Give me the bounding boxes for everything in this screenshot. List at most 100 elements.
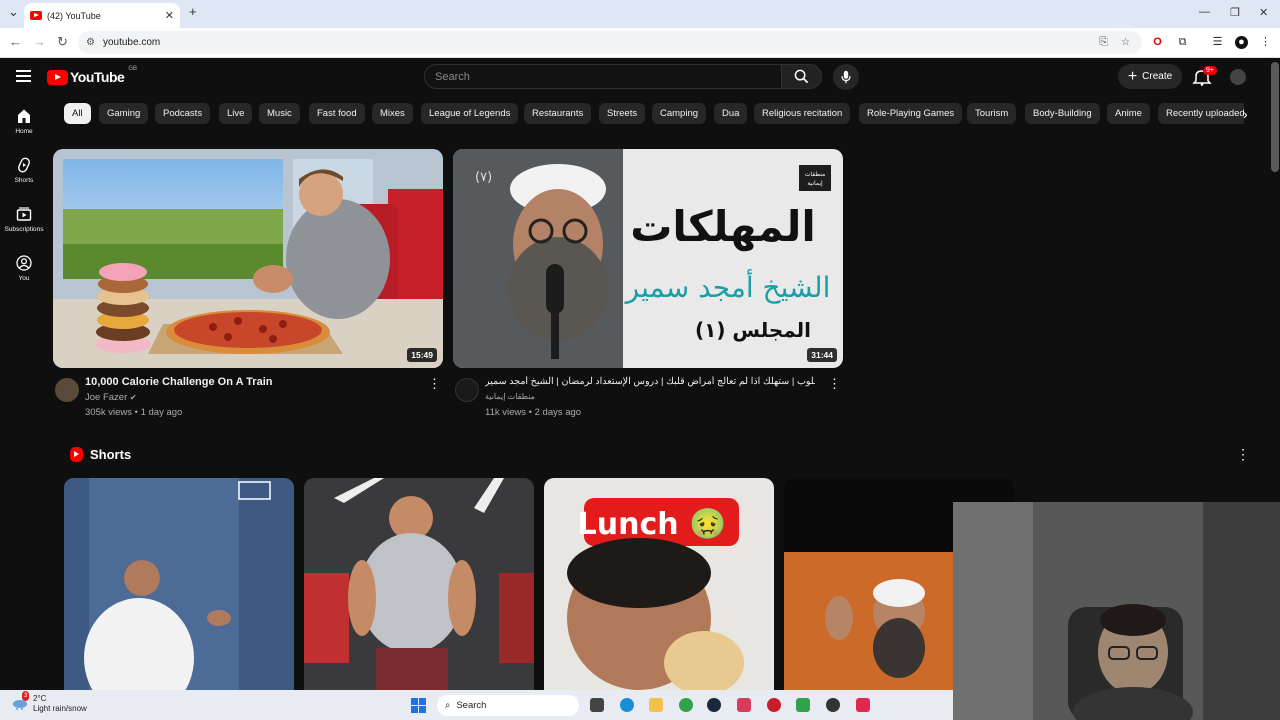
- chip-mixes[interactable]: Mixes: [372, 103, 413, 124]
- forward-icon[interactable]: →: [33, 34, 46, 49]
- weather-alert-badge: 3: [22, 691, 30, 701]
- profile-icon[interactable]: ●: [1235, 36, 1248, 49]
- extensions-puzzle-icon[interactable]: ⧉: [1176, 36, 1189, 49]
- chip-tourism[interactable]: Tourism: [967, 103, 1017, 124]
- tab-search-icon[interactable]: ⌄: [8, 4, 19, 20]
- taskbar-search[interactable]: ⌕ Search: [437, 695, 579, 716]
- video-thumbnail[interactable]: 15:49: [53, 149, 443, 368]
- chip-dua[interactable]: Dua: [714, 103, 748, 124]
- chip-streets[interactable]: Streets: [599, 103, 646, 124]
- url-field[interactable]: ⚙ youtube.com ⎘ ☆: [78, 31, 1142, 54]
- restore-icon[interactable]: ❐: [1230, 6, 1240, 19]
- site-info-icon[interactable]: ⚙: [86, 37, 95, 48]
- video-card[interactable]: 15:49 10,000 Calorie Challenge On A Trai…: [53, 149, 443, 436]
- tiktok-icon[interactable]: [856, 698, 870, 712]
- short-card[interactable]: [304, 478, 534, 690]
- edge-icon[interactable]: [620, 698, 634, 712]
- logo-text: YouTube: [70, 69, 125, 85]
- close-window-icon[interactable]: ✕: [1259, 6, 1268, 19]
- url-text: youtube.com: [102, 37, 161, 48]
- plus-icon: +: [1127, 67, 1138, 85]
- weather-temp: 2°C: [33, 694, 47, 703]
- chip-fast-food[interactable]: Fast food: [309, 103, 365, 124]
- reading-list-icon[interactable]: ☰: [1211, 36, 1224, 49]
- reload-icon[interactable]: ↻: [57, 34, 68, 50]
- webcam-overlay: [953, 502, 1280, 720]
- svg-text:إيمانية: إيمانية: [807, 180, 823, 187]
- chip-recently-uploaded[interactable]: Recently uploaded: [1158, 103, 1244, 124]
- opera-extension-icon[interactable]: O: [1151, 36, 1164, 49]
- thumb-session: المجلس (١): [695, 318, 811, 342]
- photos-icon[interactable]: [737, 698, 751, 712]
- search-button[interactable]: [781, 64, 822, 89]
- file-explorer-icon[interactable]: [649, 698, 663, 712]
- chip-podcasts[interactable]: Podcasts: [155, 103, 211, 124]
- short-card[interactable]: [64, 478, 294, 690]
- chip-body-building[interactable]: Body-Building: [1025, 103, 1100, 124]
- close-tab-icon[interactable]: ✕: [165, 9, 174, 22]
- short-overlay-text: Lunch 🤢: [578, 507, 727, 542]
- install-app-icon[interactable]: ⎘: [1099, 36, 1108, 49]
- short-thumbnail-image: Lunch 🤢: [544, 478, 774, 690]
- short-card[interactable]: Lunch 🤢: [544, 478, 774, 690]
- more-actions-icon[interactable]: ⋮: [828, 376, 841, 392]
- thumb-subtitle: الشيخ أمجد سمير: [624, 268, 831, 304]
- account-avatar[interactable]: [1230, 69, 1246, 85]
- channel-name[interactable]: منطقات إيمانية: [485, 392, 535, 401]
- back-icon[interactable]: ←: [9, 34, 22, 49]
- chip-restaurants[interactable]: Restaurants: [524, 103, 592, 124]
- chevron-right-icon[interactable]: ›: [1243, 106, 1248, 122]
- chip-gaming[interactable]: Gaming: [99, 103, 149, 124]
- chip-role-playing-games[interactable]: Role-Playing Games: [859, 103, 963, 124]
- create-button[interactable]: + Create: [1118, 64, 1182, 89]
- video-duration: 15:49: [407, 348, 437, 362]
- steam-icon[interactable]: [707, 698, 721, 712]
- video-title[interactable]: 10,000 Calorie Challenge On A Train: [85, 376, 415, 388]
- chip-league-of-legends[interactable]: League of Legends: [421, 103, 519, 124]
- channel-name-text: Joe Fazer: [85, 392, 128, 403]
- channel-name[interactable]: Joe Fazer ✔: [85, 392, 137, 403]
- sidebar-item-label: Shorts: [14, 177, 34, 184]
- video-card[interactable]: منطقات إيمانية (٧) المهلكات الشيخ أمجد س…: [453, 149, 843, 436]
- video-thumbnail[interactable]: منطقات إيمانية (٧) المهلكات الشيخ أمجد س…: [453, 149, 843, 368]
- sidebar-item-subscriptions[interactable]: Subscriptions: [0, 206, 48, 233]
- more-actions-icon[interactable]: ⋮: [428, 376, 441, 392]
- video-title[interactable]: مهلكات القلوب | ستهلك اذا لم تعالج أمراض…: [485, 376, 815, 387]
- chip-live[interactable]: Live: [219, 103, 253, 124]
- sidebar-item-you[interactable]: You: [0, 255, 48, 282]
- shorts-more-icon[interactable]: ⋮: [1236, 446, 1250, 463]
- chip-camping[interactable]: Camping: [652, 103, 707, 124]
- chip-music[interactable]: Music: [259, 103, 300, 124]
- filter-chips-bar: All Gaming Podcasts Live Music Fast food…: [64, 103, 1244, 125]
- windows-start-icon[interactable]: [411, 698, 426, 713]
- chrome-icon[interactable]: [679, 698, 693, 712]
- thumb-number: (٧): [475, 170, 492, 185]
- sidebar-item-shorts[interactable]: Shorts: [0, 157, 48, 184]
- channel-avatar[interactable]: [55, 378, 79, 402]
- browser-menu-icon[interactable]: ⋮: [1259, 36, 1272, 49]
- obs-icon[interactable]: [826, 698, 840, 712]
- shorts-heading: Shorts: [90, 447, 132, 462]
- browser-tab-youtube[interactable]: (42) YouTube ✕: [24, 3, 180, 28]
- new-tab-icon[interactable]: +: [189, 4, 197, 19]
- media-app-icon[interactable]: [796, 698, 810, 712]
- youtube-logo[interactable]: YouTube GB: [47, 66, 137, 85]
- channel-avatar[interactable]: [455, 378, 479, 402]
- short-thumbnail-image: [64, 478, 294, 690]
- shorts-icon: [18, 157, 30, 173]
- chip-anime[interactable]: Anime: [1107, 103, 1150, 124]
- minimize-icon[interactable]: —: [1199, 6, 1210, 18]
- task-view-icon[interactable]: [590, 698, 604, 712]
- chip-all[interactable]: All: [64, 103, 91, 124]
- sidebar-item-home[interactable]: Home: [0, 108, 48, 135]
- bookmark-star-icon[interactable]: ☆: [1121, 37, 1130, 48]
- search-input[interactable]: Search: [424, 64, 782, 89]
- video-duration: 31:44: [807, 348, 837, 362]
- page-scrollbar[interactable]: [1271, 62, 1279, 172]
- chip-religious-recitation[interactable]: Religious recitation: [754, 103, 851, 124]
- sidebar-item-label: Home: [15, 128, 33, 135]
- microphone-icon: [841, 70, 851, 84]
- hamburger-menu-icon[interactable]: [16, 70, 31, 82]
- voice-search-button[interactable]: [833, 64, 859, 90]
- opera-icon[interactable]: [767, 698, 781, 712]
